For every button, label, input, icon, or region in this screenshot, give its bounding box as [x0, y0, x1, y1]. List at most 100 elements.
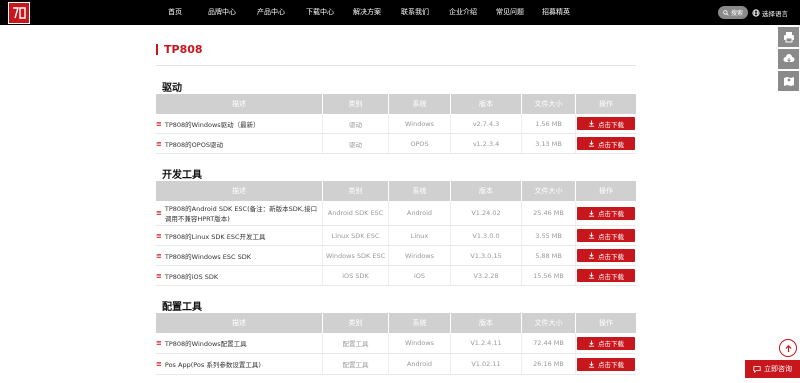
- row-file-size: 3.13 MB: [522, 134, 576, 153]
- column-header: 版本: [451, 181, 522, 201]
- column-header: 类别: [323, 181, 389, 201]
- column-header: 操作: [599, 187, 613, 195]
- consult-label: 立即咨询: [764, 365, 792, 373]
- download-label: 点击下载: [598, 210, 624, 218]
- map-icon: [783, 77, 794, 86]
- table-row: ≡ TP808的OPOS驱动 驱动 OPOS v1.2.3.4 3.13 MB 点击下载: [156, 134, 636, 154]
- download-icon: [588, 232, 595, 239]
- row-description: ≡ TP808的Windows驱动（最新）: [156, 114, 323, 133]
- download-button[interactable]: 点击下载: [577, 357, 635, 371]
- nav-item[interactable]: 招募精英: [542, 0, 570, 25]
- row-description-text: TP808的OPOS驱动: [164, 140, 223, 149]
- download-label: 点击下载: [598, 140, 624, 149]
- table-row: ≡ TP808的Android SDK ESC(备注：新版本SDK,接口调用不兼容…: [156, 201, 636, 226]
- download-button[interactable]: 点击下载: [577, 269, 635, 282]
- download-label: 点击下载: [598, 252, 624, 261]
- row-system: Windows: [389, 333, 451, 353]
- section-title: 配置工具: [162, 302, 202, 313]
- table-row: ≡ TP808的Windows配置工具 配置工具 Windows V1.2.4.11 72…: [156, 333, 636, 354]
- page-title-text: TP808: [164, 42, 203, 56]
- table-header: 描述 类别 系统 版本 文件大小 操作: [156, 94, 636, 114]
- nav-item[interactable]: 下载中心: [306, 0, 334, 25]
- row-action: 点击下载: [576, 201, 636, 225]
- map-tool-button[interactable]: [778, 71, 799, 91]
- row-version: V1.02.11: [451, 354, 522, 374]
- list-marker-icon: ≡: [156, 119, 162, 128]
- nav-item[interactable]: 解决方案: [353, 0, 381, 25]
- download-icon: [588, 272, 595, 279]
- column-header: 类别: [323, 94, 389, 114]
- globe-icon: [752, 8, 760, 17]
- cloud-download-icon: [783, 54, 794, 63]
- download-button[interactable]: 点击下载: [577, 336, 635, 350]
- row-type: iOS SDK: [323, 266, 389, 285]
- nav-item[interactable]: 联系我们: [401, 0, 429, 25]
- column-header: 描述: [156, 94, 323, 114]
- download-label: 点击下载: [598, 340, 624, 348]
- download-label: 点击下载: [598, 361, 624, 369]
- column-header: 类别: [323, 313, 389, 333]
- row-type: Windows SDK ESC: [323, 246, 389, 265]
- row-description: ≡ TP808的OPOS驱动: [156, 134, 323, 153]
- arrow-up-icon: [784, 344, 792, 352]
- row-system: Windows: [389, 114, 451, 133]
- search-button[interactable]: 搜索: [718, 6, 748, 19]
- row-action: 点击下载: [576, 114, 636, 133]
- download-button[interactable]: 点击下载: [577, 137, 635, 150]
- row-file-size: 72.44 MB: [522, 333, 576, 353]
- download-icon: [588, 120, 595, 127]
- row-system: Android: [389, 201, 451, 225]
- download-button[interactable]: 点击下载: [577, 206, 635, 220]
- download-label: 点击下载: [598, 120, 624, 129]
- search-icon: [723, 9, 729, 16]
- nav-item[interactable]: 企业介绍: [449, 0, 477, 25]
- nav-item[interactable]: 产品中心: [257, 0, 285, 25]
- column-header: 文件大小: [522, 313, 576, 333]
- row-file-size: 26.16 MB: [522, 354, 576, 374]
- list-marker-icon: ≡: [156, 251, 162, 260]
- row-action: 点击下载: [576, 333, 636, 353]
- cloud-download-tool-button[interactable]: [778, 49, 799, 69]
- column-header: 描述: [156, 181, 323, 201]
- row-version: v1.2.3.4: [451, 134, 522, 153]
- printer-tool-button[interactable]: [778, 27, 799, 47]
- row-description: ≡ TP808的Android SDK ESC(备注：新版本SDK,接口调用不兼容…: [156, 201, 323, 225]
- consult-button[interactable]: 立即咨询: [745, 360, 800, 378]
- top-nav-bar: 首页 品牌中心 产品中心 下载中心 解决方案 联系我们 企业介绍 常见问题 招募精英 搜索 选择…: [0, 0, 800, 25]
- download-button[interactable]: 点击下载: [577, 117, 635, 130]
- language-selector[interactable]: 选择语言: [752, 0, 788, 25]
- row-action: 点击下载: [576, 354, 636, 374]
- list-marker-icon: ≡: [156, 339, 162, 347]
- nav-item[interactable]: 常见问题: [496, 0, 524, 25]
- download-icon: [588, 140, 595, 147]
- row-description: ≡ TP808的Windows ESC SDK: [156, 246, 323, 265]
- download-icon: [588, 252, 595, 259]
- table-row: ≡ Pos App(Pos 系列参数设置工具) 配置工具 Android V1.02.1…: [156, 354, 636, 375]
- row-version: V1.3.0.15: [451, 246, 522, 265]
- nav-item[interactable]: 品牌中心: [208, 0, 236, 25]
- row-system: Linux: [389, 226, 451, 245]
- row-description: ≡ TP808的Windows配置工具: [156, 333, 323, 353]
- row-file-size: 5.88 MB: [522, 246, 576, 265]
- column-header: 版本: [451, 313, 522, 333]
- table-row: ≡ TP808的Linux SDK ESC开发工具 Linux SDK ESC Lin…: [156, 226, 636, 246]
- row-system: Android: [389, 354, 451, 374]
- side-toolbar: [778, 27, 799, 93]
- back-to-top-button[interactable]: [779, 339, 797, 357]
- row-type: 配置工具: [323, 333, 389, 353]
- list-marker-icon: ≡: [156, 139, 162, 148]
- title-accent-bar: [156, 43, 158, 55]
- nav-item[interactable]: 首页: [168, 0, 182, 25]
- row-type: 驱动: [323, 134, 389, 153]
- list-marker-icon: ≡: [156, 231, 162, 240]
- brand-logo-icon[interactable]: [8, 2, 30, 24]
- download-button[interactable]: 点击下载: [577, 249, 635, 262]
- column-header: 文件大小: [522, 181, 576, 201]
- title-divider: [156, 65, 636, 66]
- row-description-text: TP808的Linux SDK ESC开发工具: [164, 232, 266, 241]
- download-button[interactable]: 点击下载: [577, 229, 635, 242]
- search-label: 搜索: [730, 10, 743, 17]
- row-system: Windows: [389, 246, 451, 265]
- column-header: 系统: [389, 94, 451, 114]
- row-version: V1.2.4.11: [451, 333, 522, 353]
